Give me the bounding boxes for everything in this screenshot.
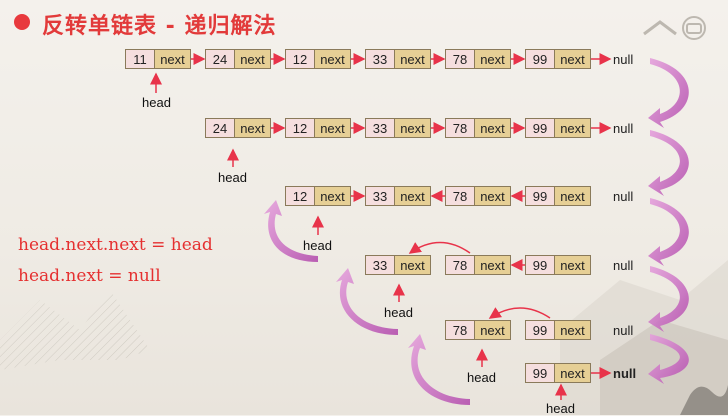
recursion-down-swirls	[648, 58, 689, 384]
arrows-row4	[393, 259, 525, 302]
arrows-row3	[312, 190, 525, 235]
back-arrow-row4	[408, 241, 471, 254]
forward-arrows-row1	[150, 53, 612, 93]
arrows-row6	[555, 367, 612, 400]
back-arrow-row5	[488, 307, 551, 319]
recursion-return-swirls	[264, 200, 470, 405]
forward-arrows-row2	[227, 122, 612, 167]
arrows-layer	[150, 53, 689, 405]
